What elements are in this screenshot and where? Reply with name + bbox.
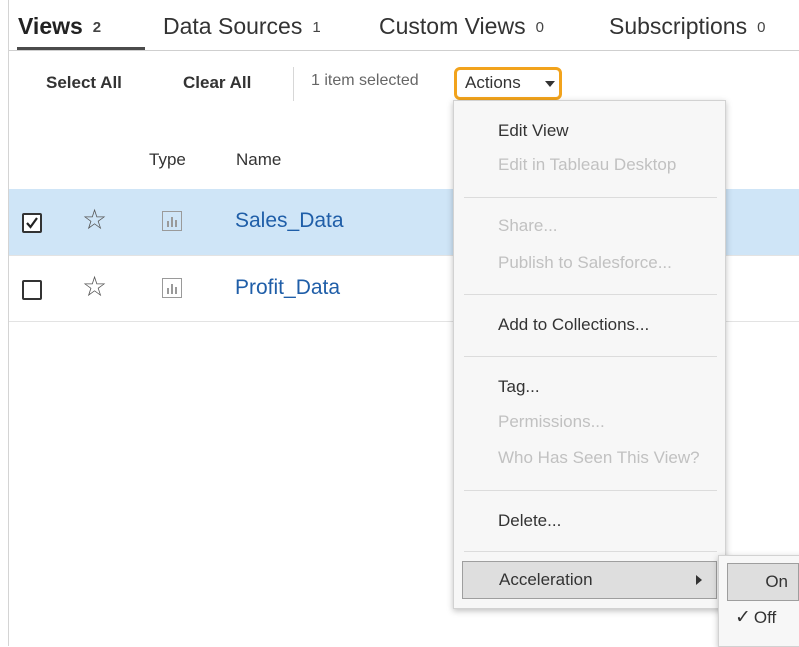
- tab-views[interactable]: Views 2: [18, 13, 101, 40]
- caret-down-icon: [545, 81, 555, 87]
- tab-subscriptions[interactable]: Subscriptions 0: [609, 13, 765, 40]
- menu-divider: [464, 356, 717, 357]
- favorite-star-icon[interactable]: ☆: [82, 206, 107, 234]
- actions-label: Actions: [465, 73, 521, 92]
- menu-item-publish-salesforce: Publish to Salesforce...: [498, 253, 672, 272]
- tab-data-sources-label: Data Sources: [163, 13, 303, 39]
- menu-item-delete[interactable]: Delete...: [498, 511, 561, 531]
- tab-data-sources-count: 1: [312, 19, 321, 36]
- menu-item-add-to-collections[interactable]: Add to Collections...: [498, 315, 649, 335]
- column-header-type[interactable]: Type: [149, 150, 186, 170]
- view-chart-icon: [162, 278, 182, 298]
- column-header-name[interactable]: Name: [236, 150, 281, 170]
- tab-views-count: 2: [92, 19, 102, 36]
- menu-item-who-has-seen: Who Has Seen This View?: [498, 448, 700, 467]
- tab-data-sources[interactable]: Data Sources 1: [163, 13, 321, 40]
- submenu-on-label: On: [765, 572, 788, 591]
- tab-subscriptions-label: Subscriptions: [609, 13, 748, 39]
- chevron-right-icon: [696, 575, 702, 585]
- view-chart-icon: [162, 211, 182, 231]
- tab-custom-views-count: 0: [535, 19, 544, 36]
- acceleration-submenu: On ✓ Off: [718, 555, 799, 647]
- submenu-item-on[interactable]: On: [727, 563, 799, 601]
- checkmark-icon: ✓: [735, 607, 751, 628]
- view-name-link[interactable]: Profit_Data: [235, 276, 340, 300]
- view-name-link[interactable]: Sales_Data: [235, 209, 344, 233]
- tab-subscriptions-count: 0: [757, 19, 766, 36]
- menu-item-edit-in-desktop: Edit in Tableau Desktop: [498, 155, 677, 174]
- tab-custom-views[interactable]: Custom Views 0: [379, 13, 544, 40]
- content-left-border: [8, 0, 9, 646]
- submenu-item-off[interactable]: ✓ Off: [735, 606, 776, 629]
- menu-item-edit-view[interactable]: Edit View: [498, 121, 569, 141]
- menu-item-permissions: Permissions...: [498, 412, 605, 431]
- favorite-star-icon[interactable]: ☆: [82, 273, 107, 301]
- selection-status: 1 item selected: [311, 72, 419, 89]
- toolbar-divider: [293, 67, 294, 101]
- tab-views-label: Views: [18, 13, 83, 39]
- actions-menu: Edit View Edit in Tableau Desktop Share.…: [453, 100, 726, 609]
- row-checkbox[interactable]: [22, 280, 42, 300]
- menu-item-acceleration[interactable]: Acceleration: [462, 561, 717, 599]
- tab-custom-views-label: Custom Views: [379, 13, 526, 39]
- clear-all-button[interactable]: Clear All: [183, 73, 251, 93]
- select-all-button[interactable]: Select All: [46, 73, 122, 93]
- row-checkbox[interactable]: [22, 213, 42, 233]
- active-tab-indicator: [17, 47, 145, 50]
- acceleration-label: Acceleration: [499, 570, 593, 589]
- menu-divider: [464, 197, 717, 198]
- actions-dropdown-button[interactable]: Actions: [454, 67, 562, 100]
- menu-item-tag[interactable]: Tag...: [498, 377, 540, 397]
- menu-divider: [464, 294, 717, 295]
- checkmark-icon: [26, 217, 38, 229]
- menu-divider: [464, 551, 717, 552]
- tab-bar: Views 2 Data Sources 1 Custom Views 0 Subsc…: [9, 0, 799, 51]
- menu-divider: [464, 490, 717, 491]
- submenu-off-label: Off: [753, 608, 777, 627]
- menu-item-share: Share...: [498, 216, 558, 235]
